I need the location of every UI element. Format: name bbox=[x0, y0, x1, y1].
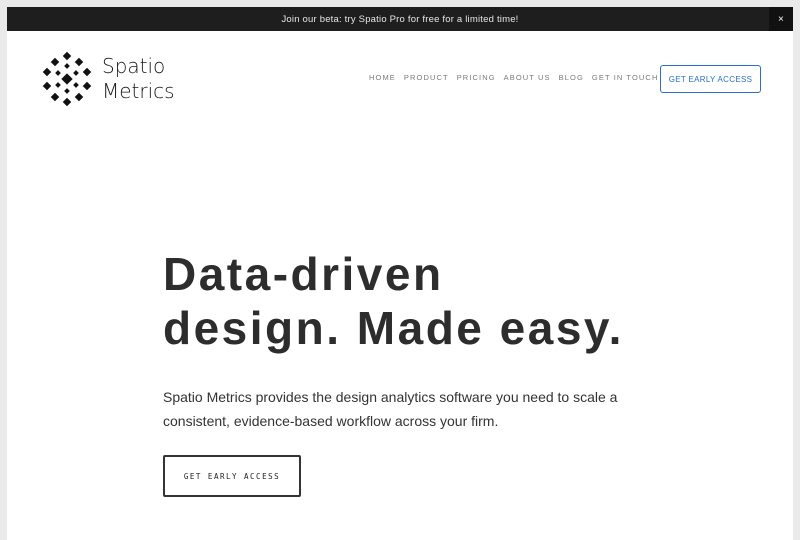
hero-title: Data-driven design. Made easy. bbox=[163, 247, 723, 355]
hero-early-access-button[interactable]: GET EARLY ACCESS bbox=[163, 455, 301, 497]
nav-item-get-in-touch[interactable]: GET IN TOUCH bbox=[592, 73, 659, 82]
announcement-text: Join our beta: try Spatio Pro for free f… bbox=[281, 13, 519, 25]
brand-line1: Spatio bbox=[102, 54, 166, 78]
header-early-access-button[interactable]: GET EARLY ACCESS bbox=[660, 65, 761, 93]
main-nav: HOME PRODUCT PRICING ABOUT US BLOG GET I… bbox=[369, 73, 666, 82]
hero-title-line1: Data-driven bbox=[163, 248, 444, 300]
nav-item-pricing[interactable]: PRICING bbox=[457, 73, 496, 82]
announcement-bar: Join our beta: try Spatio Pro for free f… bbox=[7, 7, 793, 31]
close-button[interactable]: × bbox=[769, 7, 793, 31]
hero-subtitle: Spatio Metrics provides the design analy… bbox=[163, 389, 618, 429]
brand-logo[interactable]: Spatio Metrics bbox=[40, 51, 175, 107]
brand-name: Spatio Metrics bbox=[102, 54, 175, 104]
hero-title-line2: design. Made easy. bbox=[163, 302, 624, 354]
nav-item-home[interactable]: HOME bbox=[369, 73, 396, 82]
nav-item-blog[interactable]: BLOG bbox=[559, 73, 584, 82]
nav-item-product[interactable]: PRODUCT bbox=[404, 73, 449, 82]
hexagon-cube-lattice-icon bbox=[42, 51, 92, 107]
page: Join our beta: try Spatio Pro for free f… bbox=[7, 7, 793, 540]
close-icon: × bbox=[777, 13, 785, 25]
brand-line2: Metrics bbox=[102, 79, 175, 103]
nav-item-about-us[interactable]: ABOUT US bbox=[504, 73, 551, 82]
